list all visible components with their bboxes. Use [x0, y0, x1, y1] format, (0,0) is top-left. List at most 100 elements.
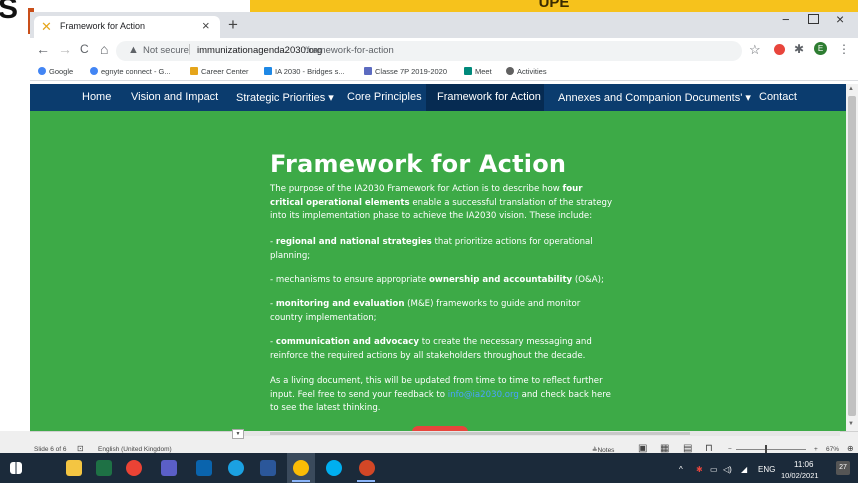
nav-home[interactable]: Home	[82, 91, 111, 103]
item-bold: regional and national strategies	[275, 237, 432, 247]
tab-close-icon[interactable]: ×	[202, 18, 210, 33]
address-separator: |	[188, 43, 191, 55]
close-window-button[interactable]: ×	[836, 11, 844, 27]
language-indicator[interactable]: English (United Kingdom)	[98, 446, 172, 453]
wifi-icon[interactable]: ◢	[741, 465, 747, 474]
bookmark-ia2030[interactable]: IA 2030 - Bridges s...	[264, 67, 345, 76]
clock-time[interactable]: 11:06	[794, 460, 813, 469]
chrome-active-icon[interactable]	[293, 460, 309, 476]
nav-framework-for-action[interactable]: Framework for Action	[437, 91, 541, 103]
app-running-indicator	[357, 480, 375, 482]
list-item: - monitoring and evaluation (M&E) framew…	[270, 298, 615, 325]
list-item: - regional and national strategies that …	[270, 236, 615, 263]
clock-date[interactable]: 10/02/2021	[781, 471, 819, 480]
slide-counter: Slide 6 of 6	[34, 446, 67, 453]
notification-center-icon[interactable]: 27	[836, 461, 850, 475]
warning-icon[interactable]: ▲	[128, 44, 139, 56]
google-icon	[38, 67, 46, 75]
zoom-in-button[interactable]: +	[814, 446, 818, 453]
bookmark-classe[interactable]: Classe 7P 2019-2020	[364, 67, 447, 76]
edge-icon[interactable]	[228, 460, 244, 476]
site-favicon-icon: ✕	[41, 19, 52, 34]
scroll-down-icon[interactable]: ▼	[848, 421, 854, 427]
tab-title: Framework for Action	[60, 21, 146, 31]
browser-tab[interactable]: ✕ Framework for Action ×	[34, 16, 220, 38]
file-explorer-icon[interactable]	[66, 460, 82, 476]
powerpoint-icon[interactable]	[359, 460, 375, 476]
scroll-up-icon[interactable]: ▲	[848, 86, 854, 92]
nav-annexes[interactable]: Annexes and Companion Documents' ▾	[558, 91, 751, 104]
page-title: Framework for Action	[270, 150, 567, 178]
adblock-icon[interactable]	[774, 44, 785, 55]
status-left-area	[0, 431, 30, 453]
excel-icon[interactable]	[96, 460, 112, 476]
back-button[interactable]: ←	[36, 41, 50, 57]
bookmark-label: Career Center	[201, 67, 249, 76]
google-icon	[90, 67, 98, 75]
minimize-button[interactable]: −	[782, 12, 790, 27]
drive-icon	[264, 67, 272, 75]
bookmark-label: Activities	[517, 67, 547, 76]
item-text: (O&A);	[572, 275, 604, 285]
volume-icon[interactable]: ◁)	[723, 465, 732, 474]
forward-button[interactable]: →	[58, 41, 72, 57]
zoom-level[interactable]: 67%	[826, 446, 839, 453]
zoom-slider[interactable]	[736, 449, 806, 450]
bookmark-egnyte[interactable]: egnyte connect - G...	[90, 67, 171, 76]
horizontal-scroll-thumb[interactable]	[270, 432, 690, 435]
teams-icon[interactable]	[161, 460, 177, 476]
bookmark-meet[interactable]: Meet	[464, 67, 492, 76]
activities-icon	[506, 67, 514, 75]
tray-overflow-icon[interactable]: ^	[679, 465, 683, 474]
home-button[interactable]: ⌂	[100, 41, 108, 57]
reload-button[interactable]: C	[80, 42, 89, 56]
battery-icon[interactable]: ▭	[710, 465, 718, 474]
maximize-button[interactable]	[808, 14, 819, 24]
url-path[interactable]: /framework-for-action	[304, 45, 394, 56]
new-tab-button[interactable]: +	[228, 15, 238, 35]
slide-title-fragment: S	[0, 0, 19, 25]
fit-slide-icon[interactable]: ⊕	[847, 444, 854, 453]
spellcheck-icon[interactable]: ⊡	[77, 444, 84, 453]
nav-core-principles[interactable]: Core Principles	[347, 91, 422, 103]
intro-text: The purpose of the IA2030 Framework for …	[270, 184, 563, 194]
bookmark-google[interactable]: Google	[38, 67, 73, 76]
skype-icon[interactable]	[326, 460, 342, 476]
bookmark-label: Google	[49, 67, 74, 76]
item-prefix: - mechanisms to ensure appropriate	[270, 275, 430, 285]
chrome-icon[interactable]	[126, 460, 142, 476]
bookmark-career-center[interactable]: Career Center	[190, 67, 249, 76]
menu-icon[interactable]: ⋮	[838, 42, 850, 56]
classroom-icon	[364, 67, 372, 75]
bookmark-label: IA 2030 - Bridges s...	[275, 67, 345, 76]
star-icon[interactable]: ☆	[749, 42, 761, 58]
list-item: - communication and advocacy to create t…	[270, 336, 615, 363]
intro-paragraph: The purpose of the IA2030 Framework for …	[270, 183, 615, 224]
puzzle-icon[interactable]: ✱	[794, 42, 804, 56]
nav-strategic-priorities[interactable]: Strategic Priorities ▾	[236, 91, 334, 104]
nav-contact[interactable]: Contact	[759, 91, 797, 103]
item-bold: ownership and accountability	[429, 275, 573, 285]
zoom-out-button[interactable]: −	[728, 446, 732, 453]
item-bold: monitoring and evaluation	[275, 299, 405, 309]
zoom-slider-thumb[interactable]	[765, 445, 767, 453]
security-label[interactable]: Not secure	[143, 45, 189, 56]
word-icon[interactable]	[260, 460, 276, 476]
start-icon[interactable]	[10, 462, 22, 474]
outlook-icon[interactable]	[196, 460, 212, 476]
collapse-icon[interactable]: ▼	[232, 429, 244, 439]
input-language[interactable]: ENG	[758, 465, 775, 474]
scrollbar-thumb[interactable]	[848, 96, 856, 416]
item-bold: communication and advocacy	[275, 337, 420, 347]
slide-banner-text: UPE	[538, 0, 570, 11]
profile-avatar[interactable]: E	[814, 42, 827, 55]
bookmark-activities[interactable]: Activities	[506, 67, 547, 76]
tray-app-icon[interactable]: ✱	[696, 465, 703, 474]
slide-backdrop	[0, 0, 28, 430]
career-center-icon	[190, 67, 198, 75]
closing-paragraph: As a living document, this will be updat…	[270, 375, 615, 416]
feedback-email-link[interactable]: info@ia2030.org	[448, 390, 519, 400]
app-running-indicator	[292, 480, 310, 482]
meet-icon	[464, 67, 472, 75]
nav-vision-impact[interactable]: Vision and Impact	[131, 91, 218, 103]
